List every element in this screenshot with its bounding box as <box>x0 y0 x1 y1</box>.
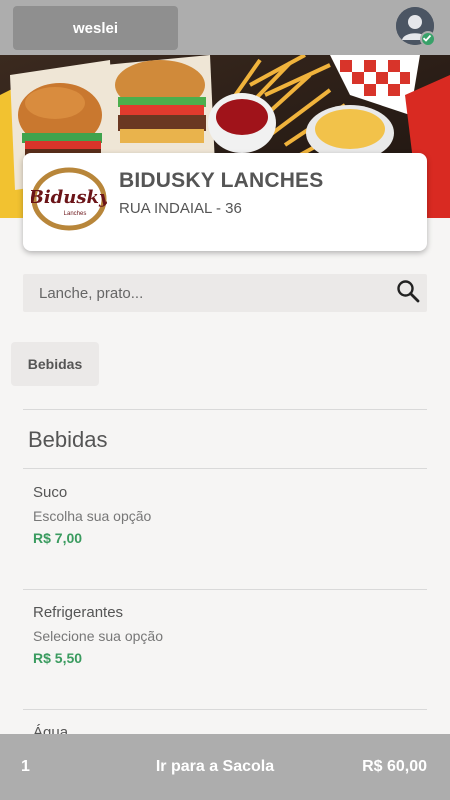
verified-check-icon <box>420 31 436 47</box>
product-price: R$ 5,50 <box>33 650 83 666</box>
logo-text: Bidusky <box>31 187 107 208</box>
section-title: Bebidas <box>28 427 108 452</box>
product-item[interactable]: Refrigerantes Selecione sua opção R$ 5,5… <box>23 590 427 700</box>
search-bar <box>23 274 427 312</box>
store-card: Bidusky Lanches BIDUSKY LANCHES RUA INDA… <box>23 153 427 251</box>
store-address: RUA INDAIAL - 36 <box>119 200 242 217</box>
logo-subtext: Lanches <box>64 211 87 217</box>
product-price: R$ 7,00 <box>33 530 83 546</box>
product-description: Selecione sua opção <box>33 628 163 644</box>
search-icon[interactable] <box>395 278 421 304</box>
bag-total: R$ 60,00 <box>362 758 427 775</box>
store-logo: Bidusky Lanches <box>28 167 111 231</box>
top-bar: weslei <box>0 0 450 55</box>
avatar-icon[interactable] <box>396 7 436 47</box>
divider <box>23 409 427 410</box>
go-to-bag-bar[interactable]: 1 Ir para a Sacola R$ 60,00 <box>0 734 450 800</box>
user-button[interactable]: weslei <box>13 6 178 50</box>
store-name: BIDUSKY LANCHES <box>119 169 324 192</box>
product-item[interactable]: Suco Escolha sua opção R$ 7,00 <box>23 470 427 580</box>
divider <box>23 468 427 469</box>
search-input[interactable] <box>23 274 383 312</box>
product-name: Suco <box>33 484 68 501</box>
product-description: Escolha sua opção <box>33 508 152 524</box>
product-name: Refrigerantes <box>33 604 124 621</box>
category-tab-bebidas[interactable]: Bebidas <box>11 342 99 386</box>
